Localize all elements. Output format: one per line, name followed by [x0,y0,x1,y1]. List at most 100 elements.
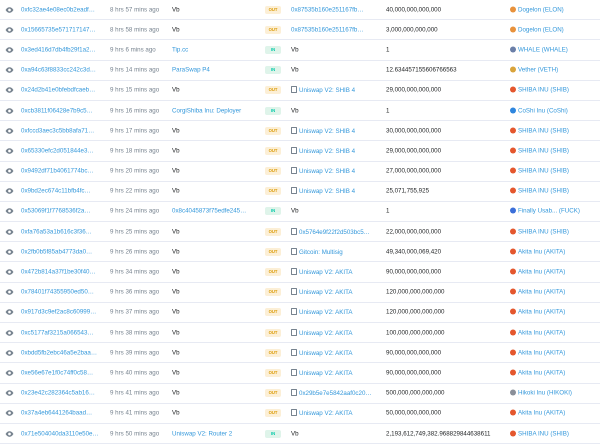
token-name: Akita Inu (AKITA) [518,369,566,377]
eye-icon[interactable] [5,268,14,277]
eye-icon[interactable] [5,25,14,34]
txn-age: 9 hrs 24 mins ago [110,207,160,215]
token-logo-icon [510,409,516,416]
token-link[interactable]: CoShi Inu (CoShi) [510,107,598,114]
token-link[interactable]: Akita Inu (AKITA) [510,248,598,255]
eye-icon[interactable] [5,429,14,438]
txn-age: 9 hrs 18 mins ago [110,147,160,155]
from-address[interactable]: Uniswap V2: Router 2 [172,430,262,437]
to-address-text: Uniswap V2: AKITA [299,309,353,317]
to-address[interactable]: Uniswap V2: SHIB 4 [291,146,379,155]
token-link[interactable]: Finally Usab... (FUCK) [510,207,598,215]
contract-file-icon [291,86,297,94]
eye-icon[interactable] [5,348,14,357]
from-address[interactable]: Tip.cc [172,46,262,53]
eye-icon[interactable] [5,308,14,317]
token-link[interactable]: SHIBA INU (SHIB) [510,430,598,437]
to-address[interactable]: Uniswap V2: AKITA [291,308,379,316]
txn-age: 9 hrs 37 mins ago [110,308,160,316]
token-link[interactable]: Akita Inu (AKITA) [510,268,598,276]
to-address[interactable]: 0x87535b160e251167fb… [291,6,379,13]
token-link[interactable]: Vether (VETH) [510,66,598,74]
token-logo-icon [510,187,516,194]
eye-icon[interactable] [5,126,14,135]
eye-icon[interactable] [5,207,14,216]
token-link[interactable]: Akita Inu (AKITA) [510,288,598,296]
from-address: Vb [172,268,180,276]
quantity-value: 50,000,000,000,000 [386,409,442,417]
token-link[interactable]: SHIBA INU (SHIB) [510,167,598,175]
eye-icon[interactable] [5,86,14,95]
txn-age: 9 hrs 22 mins ago [110,187,160,195]
eye-icon[interactable] [5,5,14,14]
quantity-value: 30,000,000,000,000 [386,127,442,135]
token-link[interactable]: SHIBA INU (SHIB) [510,86,598,94]
table-row: 0xfc32ae4e08ec0b2eadf… 8 hrs 57 mins ago V… [0,0,600,21]
to-address[interactable]: 0x5764e9f22f2d503bc5… [291,227,379,236]
token-link[interactable]: Akita Inu (AKITA) [510,409,598,417]
to-address: Vb [291,430,379,437]
eye-icon[interactable] [5,247,14,256]
to-address[interactable]: Uniswap V2: AKITA [291,268,379,276]
to-address[interactable]: Gitcoin: Multisig [291,247,379,256]
from-address[interactable]: 0x8c4045873f75edfe245… [172,208,262,215]
token-logo-icon [510,389,516,396]
eye-icon[interactable] [5,106,14,115]
to-address[interactable]: Uniswap V2: AKITA [291,368,379,377]
to-address[interactable]: Uniswap V2: AKITA [291,348,379,357]
token-link[interactable]: Dogelon (ELON) [510,6,598,13]
token-link[interactable]: SHIBA INU (SHIB) [510,228,598,235]
token-link[interactable]: Akita Inu (AKITA) [510,369,598,376]
to-address-text: 0x29b5e7e5842aaf0c20… [299,390,372,398]
eye-icon[interactable] [5,66,14,75]
token-link[interactable]: SHIBA INU (SHIB) [510,147,598,154]
direction-badge: OUT [265,126,281,135]
quantity-value: 3,000,000,000,000 [386,26,438,34]
eye-icon[interactable] [5,167,14,176]
token-name: SHIBA INU (SHIB) [518,167,569,175]
from-address[interactable]: CorgiShiba Inu: Deployer [172,107,262,114]
to-address[interactable]: Uniswap V2: SHIB 4 [291,167,379,175]
table-row: 0x53069f1f7768536f2a… 9 hrs 24 mins ago 0x… [0,202,600,223]
token-name: CoShi Inu (CoShi) [518,107,568,115]
token-link[interactable]: Hikoki Inu (HIKOKI) [510,389,598,397]
token-link[interactable]: Dogelon (ELON) [510,26,598,33]
token-logo-icon [510,26,516,33]
eye-icon[interactable] [5,187,14,196]
to-address[interactable]: Uniswap V2: SHIB 4 [291,187,379,195]
txn-age: 8 hrs 57 mins ago [110,6,160,14]
eye-icon[interactable] [5,368,14,377]
token-link[interactable]: WHALE (WHALE) [510,46,598,53]
contract-file-icon [291,409,297,417]
eye-icon[interactable] [5,328,14,337]
eye-icon[interactable] [5,288,14,297]
txn-age: 9 hrs 20 mins ago [110,167,160,175]
eye-icon[interactable] [5,146,14,155]
token-link[interactable]: Akita Inu (AKITA) [510,349,598,356]
from-address: Vb [172,147,180,155]
from-address: Vb [172,187,180,195]
to-address[interactable]: 0x87535b160e251167fb… [291,26,379,33]
to-address[interactable]: Uniswap V2: AKITA [291,288,379,296]
eye-icon[interactable] [5,227,14,236]
eye-icon[interactable] [5,409,14,418]
to-address[interactable]: Uniswap V2: AKITA [291,409,379,417]
eye-icon[interactable] [5,389,14,398]
token-link[interactable]: Akita Inu (AKITA) [510,329,598,336]
to-address[interactable]: Uniswap V2: SHIB 4 [291,86,379,94]
to-address[interactable]: Uniswap V2: SHIB 4 [291,126,379,135]
to-address-text: Uniswap V2: SHIB 4 [299,168,356,176]
quantity-value: 29,000,000,000,000 [386,86,442,94]
eye-icon[interactable] [5,45,14,54]
to-address[interactable]: Uniswap V2: AKITA [291,328,379,337]
to-address-text: Vb [291,107,299,115]
token-name: Vether (VETH) [518,66,559,74]
token-link[interactable]: SHIBA INU (SHIB) [510,187,598,195]
token-name: SHIBA INU (SHIB) [518,187,569,195]
token-link[interactable]: Akita Inu (AKITA) [510,308,598,316]
txn-age: 8 hrs 58 mins ago [110,26,160,34]
from-address[interactable]: ParaSwap P4 [172,67,262,74]
to-address[interactable]: 0x29b5e7e5842aaf0c20… [291,389,379,397]
token-link[interactable]: SHIBA INU (SHIB) [510,127,598,134]
to-address-text: Uniswap V2: SHIB 4 [299,87,356,95]
